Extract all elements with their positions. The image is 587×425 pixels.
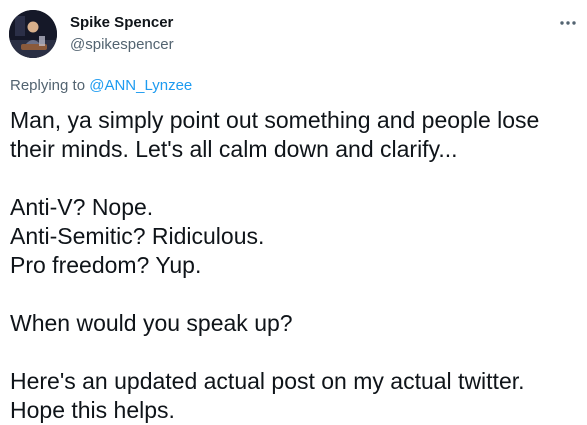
author-handle[interactable]: @spikespencer xyxy=(70,35,174,55)
replying-to-label: Replying to xyxy=(10,77,86,94)
author-display-name[interactable]: Spike Spencer xyxy=(70,13,174,33)
tweet-line: Here's an updated actual post on my actu… xyxy=(10,368,525,394)
reply-mention-link[interactable]: @ANN_Lynzee xyxy=(89,77,192,94)
replying-to-line: Replying to @ANN_Lynzee xyxy=(10,76,192,96)
tweet-line: their minds. Let's all calm down and cla… xyxy=(10,136,458,162)
tweet-line: Anti-V? Nope. xyxy=(10,194,154,220)
more-horizontal-icon xyxy=(560,21,576,25)
tweet-text: Man, ya simply point out something and p… xyxy=(10,106,580,425)
more-options-button[interactable] xyxy=(558,14,578,32)
tweet-line: Pro freedom? Yup. xyxy=(10,252,202,278)
tweet-line: Anti-Semitic? Ridiculous. xyxy=(10,223,265,249)
avatar[interactable] xyxy=(9,10,57,58)
tweet: Spike Spencer @spikespencer Replying to … xyxy=(0,0,587,423)
tweet-line: When would you speak up? xyxy=(10,310,293,336)
author-block: Spike Spencer @spikespencer xyxy=(70,13,174,55)
tweet-line: Man, ya simply point out something and p… xyxy=(10,107,540,133)
